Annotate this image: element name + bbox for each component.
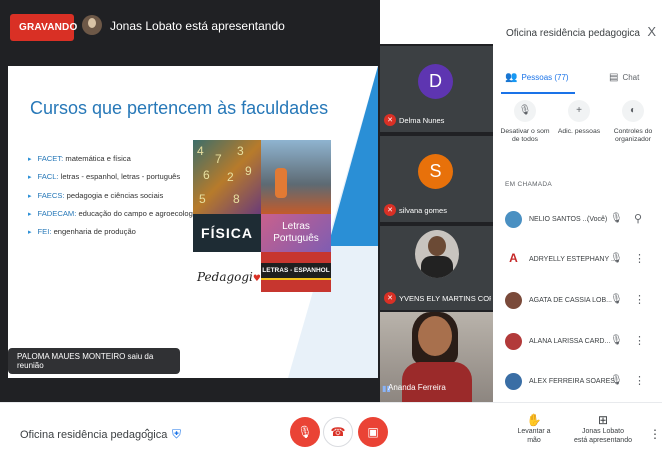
slide-bullet: FACL: letras - espanhol, letras - portug… bbox=[28, 172, 199, 181]
camera-toggle-button[interactable]: ▣ bbox=[358, 417, 388, 447]
pedagogia-tile: Pedagogi♥ bbox=[193, 252, 261, 292]
host-controls-button[interactable]: ◐ Controles do organizador bbox=[607, 100, 659, 144]
avatar bbox=[505, 373, 522, 390]
microphone-toggle-button[interactable]: 🎙 bbox=[290, 417, 320, 447]
avatar: D bbox=[418, 64, 453, 99]
host-controls-icon: ◐ bbox=[622, 100, 644, 122]
heart-icon: ♥ bbox=[252, 274, 261, 284]
more-options-icon[interactable]: ⋮ bbox=[634, 374, 645, 387]
present-screen-icon: ⊞ bbox=[597, 413, 609, 427]
participant-tile[interactable]: ✕ YVENS ELY MARTINS CORD... bbox=[380, 226, 493, 310]
mic-off-icon[interactable]: 🎙 bbox=[610, 213, 623, 224]
side-panel: Oficina residência pedagogica X 👥 Pessoa… bbox=[493, 0, 662, 402]
avatar bbox=[505, 333, 522, 350]
panel-title: Oficina residência pedagogica bbox=[506, 28, 640, 39]
phone-hangup-icon: ☎ bbox=[330, 425, 346, 439]
presenter-status: Jonas Lobato está apresentando bbox=[110, 19, 285, 33]
participant-tile[interactable]: S ✕ silvana gomes bbox=[380, 136, 493, 222]
more-options-icon[interactable]: ⋮ bbox=[649, 427, 661, 441]
recording-label: GRAVANDO bbox=[19, 22, 78, 33]
participant-name: Delma Nunes bbox=[399, 116, 445, 125]
participant-name: ALEX FERREIRA SOARES bbox=[529, 378, 615, 385]
list-item[interactable]: ALANA LARISSA CARD... 🎙 ⋮ bbox=[493, 328, 662, 356]
avatar bbox=[505, 211, 522, 228]
presenter-avatar bbox=[82, 15, 102, 35]
slide-bullet: FADECAM: educação do campo e agroecologi… bbox=[28, 209, 199, 218]
slide-bullet: FAECS: pedagogia e ciências sociais bbox=[28, 191, 199, 200]
participant-tiles: D ✕ Delma Nunes S ✕ silvana gomes ✕ YVEN… bbox=[380, 44, 493, 402]
participant-video-tile[interactable]: ▮▮ Ananda Ferreira bbox=[380, 312, 493, 402]
more-options-icon[interactable]: ⋮ bbox=[634, 293, 645, 306]
participant-name: NELIO SANTOS ... bbox=[529, 216, 589, 223]
section-heading: EM CHAMADA bbox=[505, 181, 553, 188]
participant-left-toast: PALOMA MAUES MONTEIRO saiu da reunião bbox=[8, 348, 180, 374]
slide-bullet: FACET: matemática e física bbox=[28, 154, 199, 163]
mic-off-icon: 🎙 bbox=[514, 100, 536, 122]
mic-off-icon[interactable]: 🎙 bbox=[610, 375, 623, 386]
add-person-icon: + bbox=[568, 100, 590, 122]
list-item[interactable]: AGATA DE CASSIA LOB... 🎙 ⋮ bbox=[493, 287, 662, 315]
raise-hand-button[interactable]: ✋ Levantar a mão bbox=[512, 413, 556, 445]
slide-decoration-accent bbox=[328, 66, 378, 246]
shield-icon[interactable]: ⛨ bbox=[172, 427, 184, 441]
close-icon[interactable]: X bbox=[647, 24, 656, 39]
participant-photo bbox=[415, 230, 459, 278]
pin-icon[interactable]: ⚲ bbox=[634, 212, 642, 225]
participant-name: ALANA LARISSA CARD... bbox=[529, 338, 611, 345]
avatar: A bbox=[505, 251, 522, 268]
chevron-up-icon[interactable]: ⌃ bbox=[143, 428, 151, 439]
bottom-toolbar: Oficina residência pedagogica ⌃ ⛨ 🎙 ☎ ▣ … bbox=[0, 402, 662, 454]
list-item[interactable]: ALEX FERREIRA SOARES 🎙 ⋮ bbox=[493, 368, 662, 396]
list-item[interactable]: A ADRYELLY ESTEPHANY ... 🎙 ⋮ bbox=[493, 246, 662, 274]
you-label: (Você) bbox=[587, 216, 608, 223]
leave-call-button[interactable]: ☎ bbox=[323, 417, 353, 447]
more-options-icon[interactable]: ⋮ bbox=[634, 252, 645, 265]
mic-off-icon: ✕ bbox=[384, 114, 396, 126]
course-collage-image: 4 7 3 6 2 9 5 8 FÍSICA Letras Português … bbox=[193, 140, 331, 292]
avatar bbox=[505, 292, 522, 309]
camera-off-icon: ▣ bbox=[367, 425, 379, 439]
participant-name: AGATA DE CASSIA LOB... bbox=[529, 297, 612, 304]
participant-name: YVENS ELY MARTINS CORD... bbox=[399, 294, 491, 303]
participant-name: ADRYELLY ESTEPHANY ... bbox=[529, 256, 617, 263]
chat-icon: ▤ bbox=[609, 71, 619, 83]
participant-name: Ananda Ferreira bbox=[388, 383, 446, 392]
top-bar: GRAVANDO Jonas Lobato está apresentando bbox=[0, 0, 380, 44]
mic-off-icon[interactable]: 🎙 bbox=[610, 335, 623, 346]
tab-people[interactable]: 👥 Pessoas (77) bbox=[501, 64, 575, 94]
presentation-slide: Cursos que pertencem às faculdades FACET… bbox=[8, 66, 378, 378]
add-people-button[interactable]: + Adic. pessoas bbox=[553, 100, 605, 136]
more-options-icon[interactable]: ⋮ bbox=[634, 334, 645, 347]
slide-bullet-list: FACET: matemática e física FACL: letras … bbox=[28, 154, 199, 245]
hand-icon: ✋ bbox=[526, 413, 542, 427]
math-image: 4 7 3 6 2 9 5 8 bbox=[193, 140, 261, 214]
participant-name: silvana gomes bbox=[399, 206, 447, 215]
mic-off-icon: ✕ bbox=[384, 204, 396, 216]
slide-title: Cursos que pertencem às faculdades bbox=[30, 98, 329, 118]
avatar: S bbox=[418, 154, 453, 189]
presenting-button[interactable]: ⊞ Jonas Lobato está apresentando bbox=[574, 413, 632, 445]
mic-off-icon: ✕ bbox=[384, 292, 396, 304]
slide-bullet: FEI: engenharia de produção bbox=[28, 227, 199, 236]
mic-off-icon[interactable]: 🎙 bbox=[610, 253, 623, 264]
list-item[interactable]: NELIO SANTOS ... (Você) 🎙 ⚲ bbox=[493, 206, 662, 234]
mic-off-icon[interactable]: 🎙 bbox=[610, 294, 623, 305]
letras-espanhol-tile: LETRAS - ESPANHOL bbox=[261, 252, 331, 292]
recording-badge: GRAVANDO bbox=[10, 14, 78, 41]
people-actions: 🎙 Desativar o som de todos + Adic. pesso… bbox=[493, 100, 662, 170]
tab-chat[interactable]: ▤ Chat bbox=[609, 64, 639, 90]
mute-all-button[interactable]: 🎙 Desativar o som de todos bbox=[499, 100, 551, 144]
mic-off-icon: 🎙 bbox=[297, 425, 313, 439]
letras-portugues-tile: Letras Português bbox=[261, 214, 331, 252]
people-icon: 👥 bbox=[505, 71, 518, 83]
engineering-image bbox=[261, 140, 331, 214]
participant-tile[interactable]: D ✕ Delma Nunes bbox=[380, 46, 493, 132]
fisica-label: FÍSICA bbox=[193, 214, 261, 252]
